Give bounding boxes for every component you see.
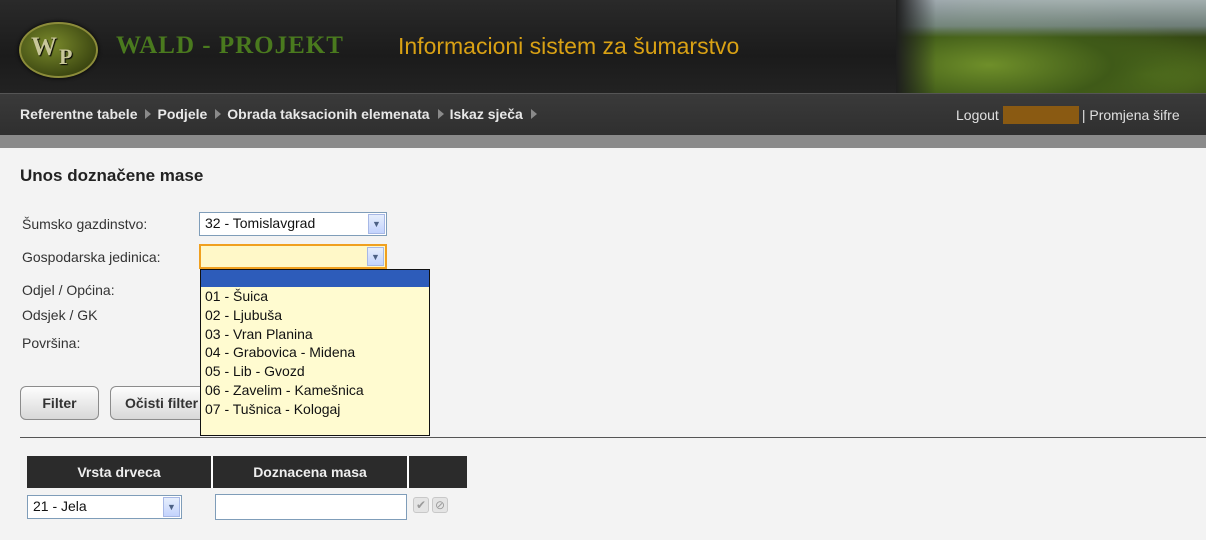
sumsko-gazdinstvo-select[interactable]: 32 - Tomislavgrad ▼ [199,212,387,236]
povrsina-label: Površina: [22,335,81,351]
doznacena-masa-input[interactable] [215,494,407,520]
dropdown-item-empty-selected[interactable] [201,270,429,287]
nav-item-label: Iskaz sječa [449,106,523,122]
sumsko-gazdinstvo-label: Šumsko gazdinstvo: [22,216,148,232]
dropdown-item[interactable]: 04 - Grabovica - Midena [201,343,429,362]
column-header-masa: Doznacena masa [213,456,409,488]
chevron-down-icon[interactable]: ▼ [367,247,384,266]
dropdown-item[interactable]: 05 - Lib - Gvozd [201,362,429,381]
username-badge [1002,106,1079,124]
filter-button[interactable]: Filter [20,386,99,420]
dropdown-item[interactable]: 03 - Vran Planina [201,325,429,344]
nav-item-referentne-tabele[interactable]: Referentne tabele [20,106,157,122]
chevron-right-icon [145,109,152,119]
chevron-right-icon [215,109,222,119]
chevron-down-icon[interactable]: ▼ [163,497,180,517]
nav-subbar [0,135,1206,148]
page-title: Unos doznačene mase [20,166,204,185]
confirm-check-icon[interactable]: ✔ [413,497,429,513]
main-nav: Referentne tabele Podjele Obrada taksaci… [0,93,1206,136]
gospodarska-jedinica-dropdown-list: 01 - Šuica 02 - Ljubuša 03 - Vran Planin… [200,269,430,436]
chevron-down-icon[interactable]: ▼ [368,214,385,234]
logo-letter-w: W [31,32,57,61]
select-value: 32 - Tomislavgrad [205,215,316,231]
brand-name: WALD - PROJEKT [116,32,344,59]
table-header: Vrsta drveca Doznacena masa [27,456,467,488]
header-landscape-image [896,0,1206,93]
gospodarska-jedinica-select[interactable]: ▼ [199,244,387,269]
chevron-right-icon [437,109,444,119]
header: W P WALD - PROJEKT Informacioni sistem z… [0,0,1206,93]
nav-item-label: Referentne tabele [20,106,138,122]
gospodarska-jedinica-label: Gospodarska jedinica: [22,249,161,265]
nav-item-label: Obrada taksacionih elemenata [227,106,430,122]
dropdown-item[interactable]: 02 - Ljubuša [201,306,429,325]
clear-filter-button[interactable]: Očisti filter [110,386,210,420]
dropdown-item[interactable]: 07 - Tušnica - Kologaj [201,400,429,419]
select-value: 21 - Jela [33,498,87,514]
section-divider [20,437,1206,438]
nav-item-obrada[interactable]: Obrada taksacionih elemenata [227,106,449,122]
app-title: Informacioni sistem za šumarstvo [398,33,740,59]
chevron-right-icon [530,109,537,119]
cancel-icon[interactable]: ⊘ [432,497,448,513]
nav-item-iskaz-sjeca[interactable]: Iskaz sječa [450,106,543,122]
vrsta-drveca-select[interactable]: 21 - Jela ▼ [27,495,182,519]
column-header-actions [409,456,467,488]
change-password-link[interactable]: | Promjena šifre [1082,107,1180,123]
logo-letter-p: P [59,44,73,69]
nav-item-label: Podjele [157,106,208,122]
logo: W P [19,22,98,78]
dropdown-item[interactable]: 01 - Šuica [201,287,429,306]
dropdown-item[interactable]: 06 - Zavelim - Kamešnica [201,381,429,400]
odsjek-label: Odsjek / GK [22,307,98,323]
odjel-label: Odjel / Općina: [22,282,115,298]
nav-item-podjele[interactable]: Podjele [157,106,227,122]
column-header-vrsta: Vrsta drveca [27,456,213,488]
logout-link[interactable]: Logout [956,107,999,123]
